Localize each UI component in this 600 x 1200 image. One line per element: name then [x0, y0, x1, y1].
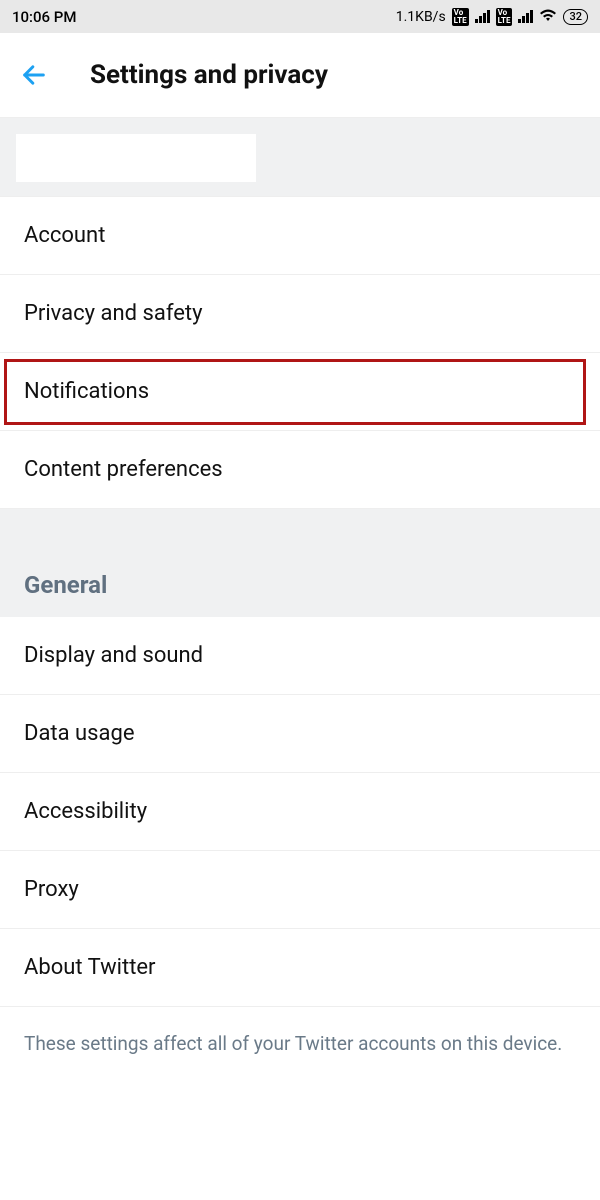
signal-icon-2	[518, 10, 533, 23]
account-selector-section	[0, 118, 600, 197]
account-selector[interactable]	[16, 134, 256, 182]
volte-icon-2: VoLTE	[496, 8, 513, 26]
settings-item-account[interactable]: Account	[0, 197, 600, 275]
back-arrow-icon[interactable]	[20, 61, 60, 89]
signal-icon-1	[475, 10, 490, 23]
settings-item-notifications[interactable]: Notifications	[0, 353, 600, 431]
settings-item-display[interactable]: Display and sound	[0, 617, 600, 695]
settings-item-privacy[interactable]: Privacy and safety	[0, 275, 600, 353]
settings-item-accessibility[interactable]: Accessibility	[0, 773, 600, 851]
wifi-icon	[539, 7, 557, 26]
status-indicators: 1.1KB/s VoLTE VoLTE 32	[396, 7, 588, 26]
network-speed: 1.1KB/s	[396, 9, 446, 25]
page-title: Settings and privacy	[90, 60, 328, 90]
settings-item-about[interactable]: About Twitter	[0, 929, 600, 1007]
settings-item-proxy[interactable]: Proxy	[0, 851, 600, 929]
settings-item-content[interactable]: Content preferences	[0, 431, 600, 509]
settings-item-data[interactable]: Data usage	[0, 695, 600, 773]
volte-icon-1: VoLTE	[452, 8, 469, 26]
battery-indicator: 32	[563, 9, 588, 25]
status-time: 10:06 PM	[12, 8, 76, 26]
section-header-general: General	[0, 509, 600, 617]
app-bar: Settings and privacy	[0, 33, 600, 118]
status-bar: 10:06 PM 1.1KB/s VoLTE VoLTE 32	[0, 0, 600, 33]
footer-note: These settings affect all of your Twitte…	[0, 1007, 600, 1082]
highlight-container: Notifications	[0, 353, 600, 431]
